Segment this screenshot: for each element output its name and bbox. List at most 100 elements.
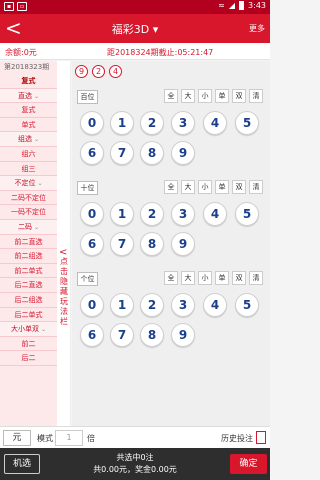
number-ball[interactable]: 0 bbox=[80, 293, 104, 317]
random-pick-button[interactable]: 机选 bbox=[4, 454, 40, 474]
sidebar-item[interactable]: 前二组选 bbox=[0, 249, 57, 264]
sidebar-item-label: 组三 bbox=[21, 164, 36, 173]
sidebar-group[interactable]: 二码 ⌄ bbox=[0, 219, 57, 235]
number-ball[interactable]: 3 bbox=[171, 293, 195, 317]
sidebar-item-label: 大小单双 bbox=[11, 325, 40, 334]
quick-filter-button[interactable]: 全 bbox=[164, 89, 178, 103]
confirm-button[interactable]: 确定 bbox=[230, 454, 267, 474]
number-ball[interactable]: 0 bbox=[80, 111, 104, 135]
sidebar-item[interactable]: 一码不定位 bbox=[0, 205, 57, 220]
number-ball[interactable]: 5 bbox=[235, 202, 259, 226]
quick-filter-button[interactable]: 大 bbox=[181, 180, 195, 194]
number-ball[interactable]: 8 bbox=[140, 323, 164, 347]
quick-filter-group: 全大小单双清 bbox=[164, 180, 263, 194]
number-ball[interactable]: 1 bbox=[110, 202, 134, 226]
sidebar-item-label: 单式 bbox=[21, 120, 36, 129]
draw-number: 4 bbox=[109, 65, 122, 78]
number-ball[interactable]: 2 bbox=[140, 293, 164, 317]
number-ball[interactable]: 4 bbox=[203, 293, 227, 317]
sidebar-item-label: 后二 bbox=[21, 354, 36, 363]
quick-filter-button[interactable]: 清 bbox=[249, 271, 263, 285]
quick-filter-button[interactable]: 小 bbox=[198, 271, 212, 285]
number-ball[interactable]: 2 bbox=[140, 202, 164, 226]
sidebar-item[interactable]: 后二单式 bbox=[0, 308, 57, 323]
quick-filter-button[interactable]: 清 bbox=[249, 180, 263, 194]
number-ball[interactable]: 3 bbox=[171, 111, 195, 135]
quick-filter-button[interactable]: 小 bbox=[198, 89, 212, 103]
number-ball[interactable]: 7 bbox=[110, 141, 134, 165]
sidebar-item-label: 前二直选 bbox=[14, 237, 43, 246]
signal-icon: ◢ bbox=[228, 1, 236, 10]
more-button[interactable]: 更多 bbox=[249, 23, 265, 34]
sidebar-group[interactable]: 组选 ⌄ bbox=[0, 132, 57, 147]
recent-draw: 924 bbox=[75, 65, 122, 78]
quick-filter-button[interactable]: 单 bbox=[215, 180, 229, 194]
sidebar-group[interactable]: 不定位 ⌄ bbox=[0, 176, 57, 191]
number-ball[interactable]: 9 bbox=[171, 323, 195, 347]
collapse-sidebar-tab[interactable]: < 点击隐藏玩法栏 bbox=[57, 61, 71, 426]
sidebar-item[interactable]: 组六 bbox=[0, 147, 57, 162]
sidebar-item[interactable]: 后二直选 bbox=[0, 278, 57, 293]
quick-filter-button[interactable]: 全 bbox=[164, 180, 178, 194]
number-ball[interactable]: 4 bbox=[203, 202, 227, 226]
unit-selector[interactable]: 元 bbox=[3, 430, 31, 446]
multiplier-input[interactable]: 1 bbox=[55, 430, 83, 446]
number-picker: 924 百位全大小单双清 0 1 2 3 4 5 6 7 8 9 十位全大小单双清 0 1 2 3 4 5 6 7 8 9… bbox=[72, 61, 270, 426]
quick-filter-button[interactable]: 小 bbox=[198, 180, 212, 194]
sidebar-item-label: 后二单式 bbox=[14, 310, 43, 319]
deadline-countdown: 距2018324期截止:05:21:47 bbox=[107, 48, 214, 57]
sidebar-item-label: 前二 bbox=[21, 339, 36, 348]
number-ball[interactable]: 6 bbox=[80, 232, 104, 256]
number-ball[interactable]: 0 bbox=[80, 202, 104, 226]
sidebar-item[interactable]: 后二 bbox=[0, 351, 57, 366]
sidebar-item-label: 后二组选 bbox=[14, 295, 43, 304]
collapse-label: 点击隐藏玩法栏 bbox=[60, 257, 68, 326]
number-ball[interactable]: 8 bbox=[140, 232, 164, 256]
number-ball[interactable]: 6 bbox=[80, 323, 104, 347]
number-ball[interactable]: 9 bbox=[171, 141, 195, 165]
chevron-down-icon: ⌄ bbox=[39, 326, 46, 334]
history-icon[interactable] bbox=[256, 431, 266, 444]
quick-filter-button[interactable]: 双 bbox=[232, 271, 246, 285]
number-ball[interactable]: 7 bbox=[110, 323, 134, 347]
number-ball[interactable]: 6 bbox=[80, 141, 104, 165]
play-type-sidebar: 第2018323期 复式 直选 ⌄ 复式 单式 组选 ⌄ 组六 组三 不定位 ⌄ 二码不定位 一码… bbox=[0, 61, 57, 426]
number-ball[interactable]: 1 bbox=[110, 111, 134, 135]
sidebar-item[interactable]: 组三 bbox=[0, 162, 57, 177]
battery-icon bbox=[239, 1, 245, 10]
number-ball[interactable]: 7 bbox=[110, 232, 134, 256]
lottery-type-selector[interactable]: 福彩3D ▾ bbox=[0, 21, 270, 37]
sidebar-group[interactable]: 直选 ⌄ bbox=[0, 88, 57, 104]
quick-filter-button[interactable]: 双 bbox=[232, 89, 246, 103]
sidebar-item[interactable]: 后二组选 bbox=[0, 293, 57, 308]
quick-filter-button[interactable]: 全 bbox=[164, 271, 178, 285]
quick-filter-button[interactable]: 单 bbox=[215, 271, 229, 285]
number-ball[interactable]: 1 bbox=[110, 293, 134, 317]
sidebar-item[interactable]: 前二直选 bbox=[0, 235, 57, 250]
quick-filter-button[interactable]: 双 bbox=[232, 180, 246, 194]
info-bar: 余额:0元 距2018324期截止:05:21:47 bbox=[0, 43, 270, 60]
quick-filter-button[interactable]: 清 bbox=[249, 89, 263, 103]
number-ball[interactable]: 9 bbox=[171, 232, 195, 256]
number-ball[interactable]: 8 bbox=[140, 141, 164, 165]
draw-number: 2 bbox=[92, 65, 105, 78]
sidebar-item[interactable]: 单式 bbox=[0, 118, 57, 133]
sidebar-item[interactable]: 二码不定位 bbox=[0, 191, 57, 206]
quick-filter-button[interactable]: 大 bbox=[181, 271, 195, 285]
number-ball[interactable]: 4 bbox=[203, 111, 227, 135]
sidebar-item[interactable]: 前二单式 bbox=[0, 264, 57, 279]
sidebar-item[interactable]: 复式 bbox=[0, 103, 57, 118]
sidebar-item-label: 二码 bbox=[18, 222, 33, 231]
quick-filter-button[interactable]: 单 bbox=[215, 89, 229, 103]
quick-filter-button[interactable]: 大 bbox=[181, 89, 195, 103]
sidebar-item[interactable]: 前二 bbox=[0, 337, 57, 352]
number-ball[interactable]: 2 bbox=[140, 111, 164, 135]
sidebar-item[interactable]: 复式 bbox=[0, 74, 57, 89]
number-ball[interactable]: 5 bbox=[235, 111, 259, 135]
bet-summary: 共选中0注 共0.00元，奖金0.00元 bbox=[50, 452, 220, 476]
sidebar-group[interactable]: 大小单双 ⌄ bbox=[0, 322, 57, 337]
number-ball[interactable]: 3 bbox=[171, 202, 195, 226]
number-ball[interactable]: 5 bbox=[235, 293, 259, 317]
chevron-down-icon: ⌄ bbox=[32, 223, 39, 231]
history-link[interactable]: 历史投注 bbox=[221, 433, 253, 444]
